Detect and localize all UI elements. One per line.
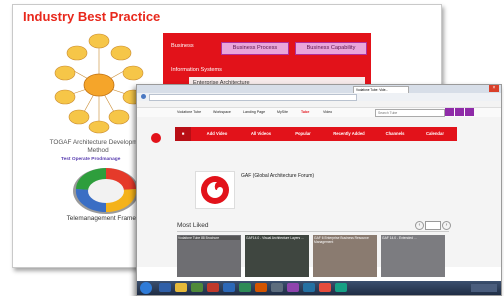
system-tray — [471, 284, 497, 292]
info-systems-label: Information Systems — [171, 67, 222, 73]
togaf-subtitle: Test Operate Prodmanage — [61, 157, 121, 162]
upload-icon[interactable] — [455, 108, 464, 116]
togaf-adm-diagram — [54, 33, 144, 134]
camera-icon[interactable]: ■ — [175, 127, 191, 141]
video-thumbnail[interactable]: GAF14.0 - Visual Architecture Layers ... — [245, 235, 309, 277]
prev-arrow-icon[interactable]: ‹ — [415, 221, 424, 230]
search-icon[interactable] — [445, 108, 454, 116]
taskbar — [137, 281, 501, 295]
toolbar-mysite[interactable]: MySite — [277, 110, 288, 114]
togaf-label: TOGAF Architecture Development Method — [49, 139, 147, 154]
menu-bar — [137, 101, 501, 108]
app-icon-3[interactable] — [287, 283, 299, 292]
toolbar-tube[interactable]: Tube — [301, 110, 309, 114]
video-title: GAF 14.0 - Extended ... — [382, 236, 417, 240]
slide-title: Industry Best Practice — [23, 9, 161, 24]
url-field[interactable] — [149, 94, 357, 101]
vodafone-logo-small — [151, 133, 161, 143]
video-thumbnail[interactable]: Vodafone Tube 88 Brochure — [177, 235, 241, 277]
nav-calendar[interactable]: Calendar — [417, 127, 453, 141]
channel-name[interactable]: GAF (Global Architecture Forum) — [241, 173, 314, 179]
start-button[interactable] — [140, 282, 152, 294]
toolbar-video[interactable]: Video — [323, 110, 332, 114]
browser-window: Vodafone Tube: Vide... × Vodafone Tube W… — [136, 84, 502, 296]
video-title: GAF 6 Enterprise Business Resource Manag… — [314, 236, 369, 245]
toolbar-landing-page[interactable]: Landing Page — [243, 110, 265, 114]
address-bar — [137, 93, 501, 101]
back-icon[interactable] — [141, 94, 146, 99]
channel-logo — [195, 171, 235, 209]
toolbar-vodafone-tube[interactable]: Vodafone Tube — [177, 110, 201, 114]
vodafone-logo-icon — [201, 176, 229, 204]
excel-icon[interactable] — [239, 283, 251, 292]
ie-icon[interactable] — [159, 283, 171, 292]
nav-recently-added[interactable]: Recently Added — [325, 127, 373, 141]
nav-channels[interactable]: Channels — [377, 127, 413, 141]
user-icon[interactable] — [465, 108, 474, 116]
app-icon[interactable] — [207, 283, 219, 292]
title-bar: Vodafone Tube: Vide... × — [137, 85, 501, 94]
video-thumbnail[interactable]: GAF 6 Enterprise Business Resource Manag… — [313, 235, 377, 277]
toolbar-workspace[interactable]: Workspace — [213, 110, 231, 114]
nav-popular[interactable]: Popular — [285, 127, 321, 141]
powerpoint-icon[interactable] — [255, 283, 267, 292]
video-title: GAF14.0 - Visual Architecture Layers ... — [246, 236, 304, 240]
divider — [177, 231, 449, 232]
close-icon[interactable]: × — [489, 85, 499, 92]
app-icon-6[interactable] — [335, 283, 347, 292]
video-title: Vodafone Tube 88 Brochure — [178, 236, 240, 241]
nav-all-videos[interactable]: All Videos — [241, 127, 281, 141]
tube-nav: ■ Add Video All Videos Popular Recently … — [175, 127, 457, 141]
business-process-button[interactable]: Business Process — [221, 42, 289, 55]
app-icon-5[interactable] — [319, 283, 331, 292]
tmf-framework-diagram — [73, 168, 139, 214]
app-icon-4[interactable] — [303, 283, 315, 292]
most-liked-heading: Most Liked — [177, 222, 209, 229]
search-input[interactable]: Search Tube — [375, 109, 445, 117]
next-arrow-icon[interactable]: › — [442, 221, 451, 230]
explorer-icon[interactable] — [175, 283, 187, 292]
business-capability-button[interactable]: Business Capability — [295, 42, 367, 55]
word-icon[interactable] — [223, 283, 235, 292]
ea-tab-label: Business — [171, 43, 194, 49]
app-icon-2[interactable] — [271, 283, 283, 292]
nav-add-video[interactable]: Add Video — [197, 127, 237, 141]
media-icon[interactable] — [191, 283, 203, 292]
pager-icon[interactable] — [425, 221, 441, 230]
video-thumbnail[interactable]: GAF 14.0 - Extended ... — [381, 235, 445, 277]
